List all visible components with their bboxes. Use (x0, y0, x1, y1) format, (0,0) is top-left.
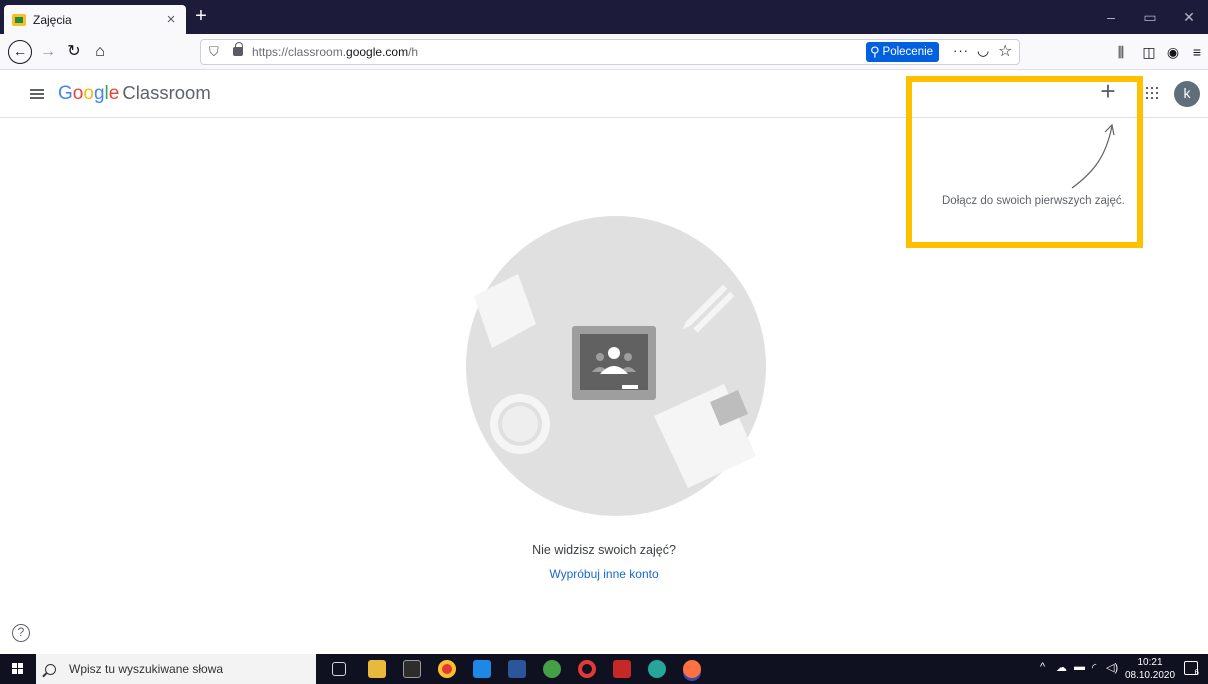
opera-icon[interactable] (578, 660, 596, 678)
maximize-button[interactable]: ▭ (1133, 6, 1167, 28)
forward-icon[interactable]: → (36, 40, 60, 64)
join-first-class-hint: Dołącz do swoich pierwszych zajęć. (942, 195, 1125, 207)
task-view-icon[interactable] (332, 662, 346, 676)
try-other-account-link[interactable]: Wypróbuj inne konto (549, 567, 658, 581)
firefox-icon[interactable] (683, 660, 701, 678)
star-icon[interactable]: ☆ (998, 41, 1012, 61)
account-icon[interactable]: ◉ (1162, 40, 1184, 64)
google-wordmark: Google (58, 83, 119, 105)
url-text[interactable]: https://classroom.google.com/h (252, 45, 418, 59)
pocket-icon[interactable]: ◡ (977, 42, 989, 59)
taskbar-search-box[interactable]: Wpisz tu wyszukiwane słowa (36, 654, 316, 684)
battery-icon[interactable]: ▬ (1074, 661, 1085, 673)
file-explorer-icon[interactable] (368, 660, 386, 678)
google-wordmark-letter: o (72, 83, 84, 104)
google-wordmark-letter: G (58, 83, 73, 104)
url-bar[interactable]: ⛉ https://classroom.google.com/h ⚲ Polec… (200, 39, 1020, 65)
empty-classes-illustration (466, 216, 766, 516)
browser-nav-bar: ← → ↻ ⌂ ⛉ https://classroom.google.com/h… (0, 34, 1208, 70)
browser-tab-strip: Zajęcia × + – ▭ ✕ (0, 0, 1208, 34)
try-other-account-link-row: Wypróbuj inne konto (0, 567, 1208, 581)
tab-close-icon[interactable]: × (164, 12, 178, 27)
help-icon[interactable]: ? (12, 624, 30, 642)
recommendation-label: Polecenie (882, 46, 934, 58)
taskbar-clock[interactable]: 10:21 08.10.2020 (1120, 656, 1180, 682)
new-tab-button[interactable]: + (190, 5, 212, 29)
google-wordmark-letter: g (93, 83, 105, 104)
picasa-icon[interactable] (543, 660, 561, 678)
notification-center-icon[interactable]: 6 (1184, 661, 1199, 677)
wifi-icon[interactable]: ◜ (1092, 661, 1096, 674)
back-icon[interactable]: ← (8, 40, 32, 64)
windows-taskbar: Wpisz tu wyszukiwane słowa ^ ☁ ▬ ◜ ◁) 10… (0, 654, 1208, 684)
clock-date: 08.10.2020 (1124, 670, 1176, 681)
account-avatar[interactable]: k (1174, 81, 1200, 107)
word-icon[interactable] (508, 660, 526, 678)
google-classroom-logo[interactable]: Google Classroom (58, 82, 211, 105)
clock-time: 10:21 (1137, 657, 1163, 668)
lock-icon[interactable] (233, 42, 243, 56)
windows-start-icon[interactable] (12, 663, 24, 675)
taskbar-search-placeholder: Wpisz tu wyszukiwane słowa (69, 662, 224, 676)
close-window-button[interactable]: ✕ (1172, 6, 1206, 28)
browser-tab[interactable]: Zajęcia × (4, 5, 186, 34)
photos-icon[interactable] (473, 660, 491, 678)
search-icon (45, 663, 56, 675)
chrome-icon[interactable] (438, 660, 456, 678)
shield-icon[interactable]: ⛉ (209, 44, 219, 60)
google-apps-icon[interactable] (1146, 87, 1158, 99)
more-icon[interactable]: ··· (953, 43, 969, 58)
location-pin-icon: ⚲ (870, 44, 880, 59)
edge-icon[interactable] (648, 660, 666, 678)
recommendation-button[interactable]: ⚲ Polecenie (866, 42, 940, 62)
volume-icon[interactable]: ◁) (1106, 661, 1118, 674)
notification-count: 6 (1194, 668, 1199, 677)
home-icon[interactable]: ⌂ (88, 40, 112, 64)
classroom-wordmark: Classroom (122, 82, 211, 103)
hamburger-menu-icon[interactable] (30, 89, 44, 99)
classroom-favicon-icon (12, 13, 26, 26)
app-menu-icon[interactable]: ≡ (1186, 40, 1208, 64)
sidebar-icon[interactable]: ◫ (1138, 40, 1160, 64)
notion-icon[interactable] (403, 660, 421, 678)
app-icon[interactable] (613, 660, 631, 678)
tab-title: Zajęcia (33, 12, 72, 27)
library-icon[interactable]: ⫼ (1110, 40, 1132, 64)
onedrive-icon[interactable]: ☁ (1056, 661, 1067, 674)
minimize-button[interactable]: – (1094, 6, 1128, 28)
reload-icon[interactable]: ↻ (62, 40, 86, 64)
google-wordmark-letter: e (108, 83, 120, 104)
empty-state-title: Nie widzisz swoich zajęć? (532, 543, 676, 557)
hint-arrow-icon (1071, 123, 1115, 189)
tray-chevron-icon[interactable]: ^ (1040, 661, 1045, 673)
google-wordmark-letter: o (83, 83, 94, 104)
